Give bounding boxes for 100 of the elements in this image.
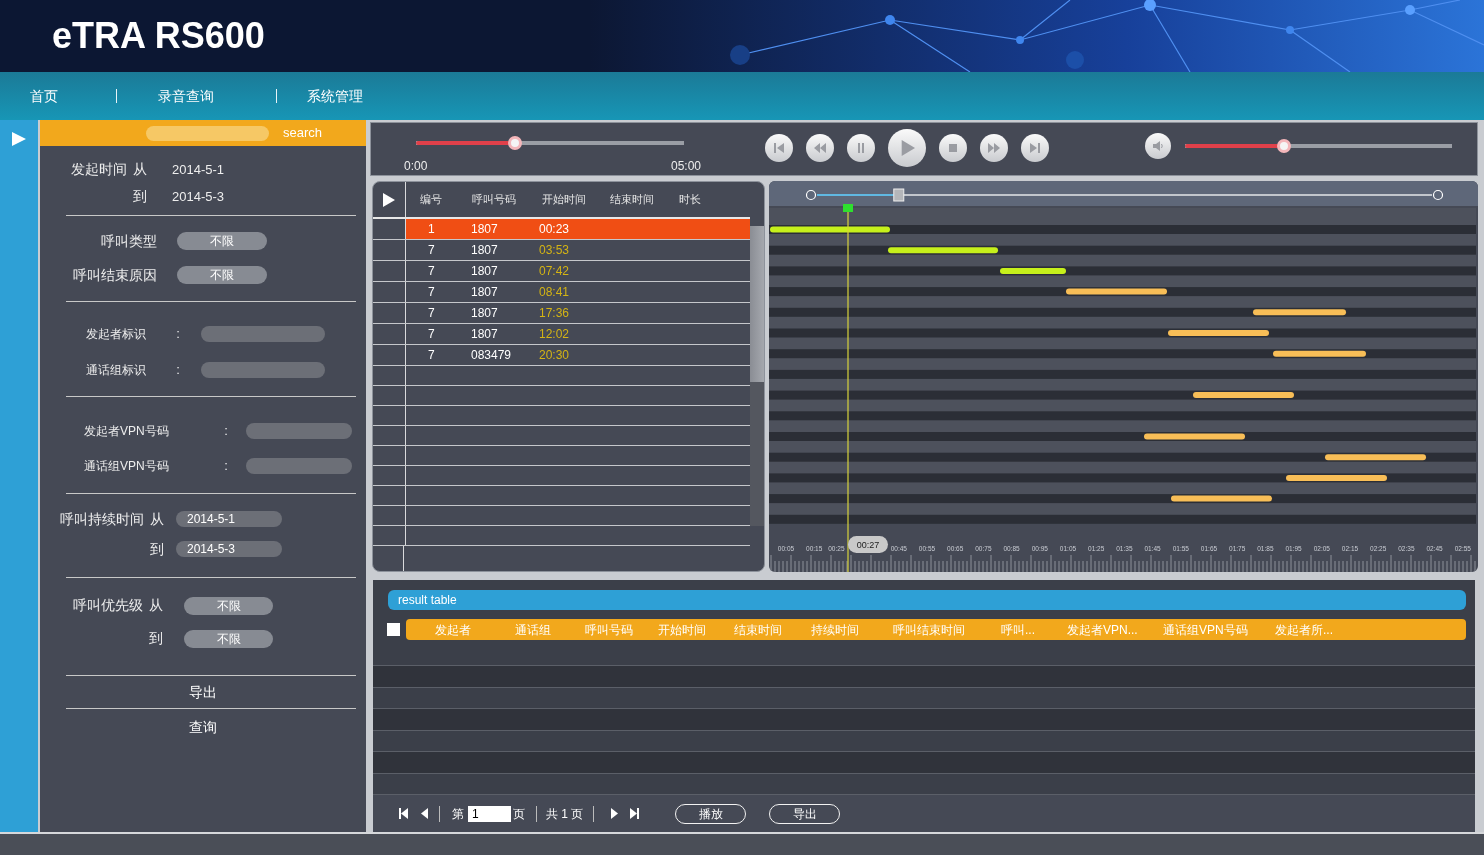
volume-button[interactable] (1145, 133, 1171, 159)
scrollbar-track[interactable] (750, 226, 764, 526)
column-header: 呼叫结束时间 (893, 621, 966, 639)
table-cell[interactable]: 083479 (471, 347, 512, 362)
player-button[interactable] (939, 134, 967, 162)
table-cell[interactable]: 1807 (471, 263, 498, 278)
table-cell[interactable]: 20:30 (539, 347, 570, 362)
table-cell[interactable]: 12:02 (539, 326, 570, 341)
skip-forward-icon (1029, 142, 1041, 154)
field-label: 呼叫优先级 (73, 596, 143, 615)
page-label: 第 (452, 805, 464, 823)
page-label: 页 (513, 805, 525, 823)
input-field[interactable] (246, 422, 352, 439)
previous-page-icon[interactable] (421, 808, 428, 819)
range-label: 到 (150, 539, 164, 559)
table-cell[interactable]: 17:36 (539, 305, 570, 320)
query-link[interactable]: 查询 (189, 716, 217, 738)
player-button[interactable] (1021, 134, 1049, 162)
field-label: 呼叫持续时间 (60, 509, 144, 529)
field-label: 通话组VPN号码 (84, 457, 169, 475)
range-label: 到 (149, 629, 163, 648)
column-header: 时长 (679, 193, 701, 206)
stop-icon (947, 142, 959, 154)
player-button[interactable] (765, 134, 793, 162)
table-cell[interactable]: 03:53 (539, 242, 570, 257)
slider-thumb[interactable] (508, 136, 523, 150)
next-page-icon[interactable] (611, 808, 619, 819)
time-label: 0:00 (404, 158, 428, 175)
input-field[interactable] (201, 326, 325, 342)
table-cell[interactable]: 7 (427, 242, 435, 257)
range-label: 到 (133, 187, 147, 206)
table-cell[interactable]: 1807 (471, 284, 498, 299)
play-icon[interactable] (381, 193, 396, 208)
column-header: 呼叫号码 (585, 621, 634, 639)
zoom-slider[interactable] (816, 188, 1433, 202)
field-label: 呼叫类型 (101, 231, 157, 251)
field-label: 呼叫结束原因 (73, 265, 157, 285)
time-label: 05:00 (670, 158, 701, 175)
input-field[interactable] (246, 457, 352, 474)
table-cell[interactable]: 1807 (471, 305, 498, 320)
skip-back-icon (773, 142, 785, 154)
app-title: eTRA RS600 (51, 14, 266, 58)
table-cell[interactable]: 7 (427, 305, 435, 320)
table-cell[interactable]: 1807 (471, 242, 498, 257)
field-label: 通话组标识 (86, 362, 146, 379)
search-field[interactable] (146, 125, 269, 141)
colon-label: : (175, 325, 181, 344)
slider-end-icon[interactable] (805, 189, 817, 201)
column-header: 通话组 (515, 621, 552, 639)
export-link[interactable]: 导出 (189, 681, 217, 703)
colon-label: : (175, 361, 181, 380)
table-cell[interactable]: 1 (427, 221, 435, 236)
dropdown[interactable]: 不限 (184, 629, 273, 648)
column-header: 发起者所... (1275, 621, 1334, 639)
checkbox[interactable] (387, 623, 400, 636)
range-label: 从 (133, 160, 147, 179)
input-field[interactable]: 2014-5-1 (176, 511, 282, 527)
dropdown[interactable]: 不限 (184, 596, 273, 615)
column-header: 通话组VPN号码 (1163, 621, 1249, 639)
page-field[interactable]: 1 (468, 805, 511, 822)
time-badge: 00:27 (848, 536, 888, 553)
table-cell[interactable]: 07:42 (539, 263, 570, 278)
last-page-icon[interactable] (630, 808, 640, 819)
play-icon (899, 140, 915, 156)
player-button[interactable] (888, 129, 926, 167)
nav-link[interactable]: 系统管理 (307, 85, 363, 107)
column-header: 结束时间 (610, 193, 654, 206)
table-cell[interactable]: 7 (427, 284, 435, 299)
panel-title: result table (388, 590, 1466, 610)
expand-icon[interactable] (12, 131, 26, 146)
slider-thumb[interactable] (1276, 139, 1291, 153)
table-cell[interactable]: 7 (427, 347, 435, 362)
dropdown[interactable]: 不限 (177, 232, 267, 250)
column-header: 开始时间 (658, 621, 707, 639)
scrollbar-thumb[interactable] (750, 226, 764, 382)
table-cell[interactable]: 7 (427, 263, 435, 278)
fast-forward-icon (988, 142, 1000, 154)
input-field[interactable] (201, 362, 325, 378)
player-button[interactable] (847, 134, 875, 162)
input-field[interactable]: 2014-5-3 (176, 541, 282, 557)
player-button[interactable] (980, 134, 1008, 162)
column-header: 发起者VPN... (1067, 621, 1139, 639)
dropdown[interactable]: 不限 (177, 266, 267, 284)
field-label: 发起时间 (71, 160, 127, 179)
playhead-marker[interactable] (843, 204, 853, 212)
table-cell[interactable]: 1807 (471, 326, 498, 341)
page-total: 共 1 页 (546, 805, 584, 823)
field-label: 发起者标识 (86, 326, 146, 343)
nav-link[interactable]: 录音查询 (158, 85, 214, 107)
colon-label: : (223, 421, 229, 440)
table-cell[interactable]: 08:41 (539, 284, 570, 299)
nav-link[interactable]: 首页 (30, 85, 58, 107)
colon-label: : (223, 456, 229, 475)
speaker-icon (1152, 140, 1164, 152)
field-value: 2014-5-1 (172, 160, 225, 179)
field-value: 2014-5-3 (172, 187, 225, 206)
table-cell[interactable]: 7 (427, 326, 435, 341)
first-page-icon[interactable] (399, 808, 408, 819)
slider-end-icon[interactable] (1432, 189, 1444, 201)
player-button[interactable] (806, 134, 834, 162)
